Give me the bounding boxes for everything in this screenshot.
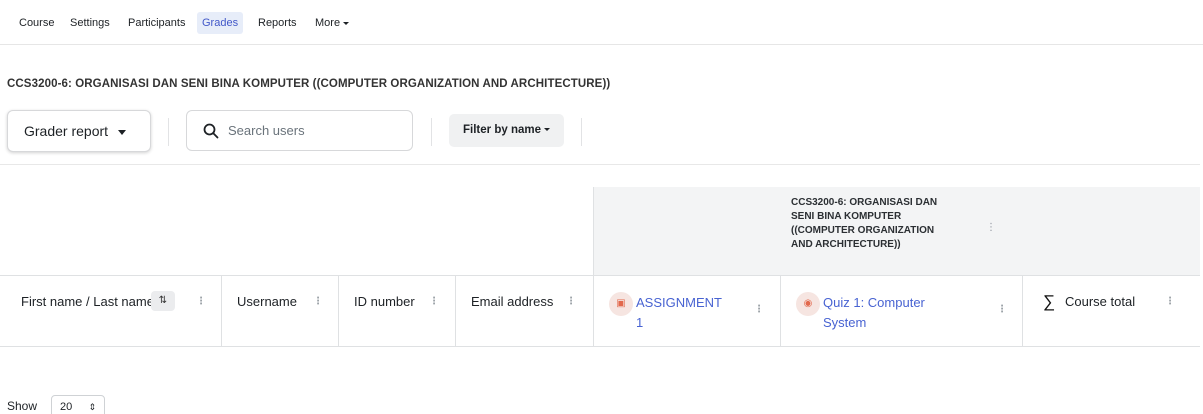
nav-course[interactable]: Course xyxy=(14,12,59,34)
show-label: Show xyxy=(7,399,38,413)
sort-icon[interactable]: ⇅ xyxy=(151,291,175,311)
filter-by-name-button[interactable]: Filter by name xyxy=(449,114,564,147)
column-fullname: First name / Last name ⇅ ⋮ xyxy=(0,276,221,346)
nav-more[interactable]: More xyxy=(310,12,354,34)
chevron-down-icon xyxy=(543,128,550,132)
chevron-down-icon xyxy=(343,21,350,25)
nav-settings[interactable]: Settings xyxy=(65,12,115,34)
column-menu-icon[interactable]: ⋮ xyxy=(196,296,206,307)
search-icon xyxy=(203,123,219,139)
divider xyxy=(0,164,1200,165)
column-idnumber: ID number ⋮ xyxy=(338,276,455,346)
page-title: CCS3200-6: ORGANISASI DAN SENI BINA KOMP… xyxy=(7,78,611,90)
chevron-down-icon xyxy=(118,129,127,135)
divider xyxy=(168,118,169,146)
column-menu-icon[interactable]: ⋮ xyxy=(566,296,576,307)
per-page-value: 20 xyxy=(60,401,73,413)
assignment-icon: ▣ xyxy=(609,292,633,316)
secondary-navigation: Course Settings Participants Grades Repo… xyxy=(0,0,1203,45)
category-header: CCS3200-6: ORGANISASI DAN SENI BINA KOMP… xyxy=(593,187,1200,275)
column-label: First name / Last name xyxy=(21,294,154,309)
nav-reports[interactable]: Reports xyxy=(253,12,302,34)
column-course-total: ∑ Course total ⋮ xyxy=(1022,276,1200,346)
report-selector-label: Grader report xyxy=(24,123,109,139)
sigma-icon: ∑ xyxy=(1043,292,1056,311)
column-email: Email address ⋮ xyxy=(455,276,593,346)
search-placeholder: Search users xyxy=(228,123,305,138)
search-users-input[interactable]: Search users xyxy=(186,110,413,151)
column-label: Username xyxy=(237,294,297,309)
column-username: Username ⋮ xyxy=(221,276,338,346)
category-menu-icon[interactable]: ⋮ xyxy=(986,222,996,233)
select-arrows-icon: ⇕ xyxy=(88,402,96,412)
report-selector-button[interactable]: Grader report xyxy=(7,110,151,152)
assignment-link[interactable]: ASSIGNMENT 1 xyxy=(636,293,726,333)
column-label: Email address xyxy=(471,294,554,309)
nav-grades[interactable]: Grades xyxy=(197,12,244,34)
quiz-icon: ◉ xyxy=(796,292,820,316)
column-menu-icon[interactable]: ⋮ xyxy=(997,304,1007,315)
column-menu-icon[interactable]: ⋮ xyxy=(429,296,439,307)
divider xyxy=(581,118,582,146)
filter-label: Filter by name xyxy=(463,124,541,136)
column-menu-icon[interactable]: ⋮ xyxy=(313,296,323,307)
column-menu-icon[interactable]: ⋮ xyxy=(754,304,764,315)
column-label: Course total xyxy=(1065,294,1136,309)
column-header-row: First name / Last name ⇅ ⋮ Username ⋮ ID… xyxy=(0,275,1200,347)
column-label: ID number xyxy=(354,294,415,309)
column-assignment-1: ▣ ASSIGNMENT 1 ⋮ xyxy=(593,276,780,346)
column-menu-icon[interactable]: ⋮ xyxy=(1165,296,1175,307)
nav-more-label: More xyxy=(315,17,341,29)
nav-participants[interactable]: Participants xyxy=(123,12,190,34)
per-page-select[interactable]: 20 ⇕ xyxy=(51,395,105,414)
quiz-link[interactable]: Quiz 1: Computer System xyxy=(823,293,943,333)
divider xyxy=(431,118,432,146)
column-quiz-1: ◉ Quiz 1: Computer System ⋮ xyxy=(780,276,1022,346)
category-title: CCS3200-6: ORGANISASI DAN SENI BINA KOMP… xyxy=(791,197,938,250)
